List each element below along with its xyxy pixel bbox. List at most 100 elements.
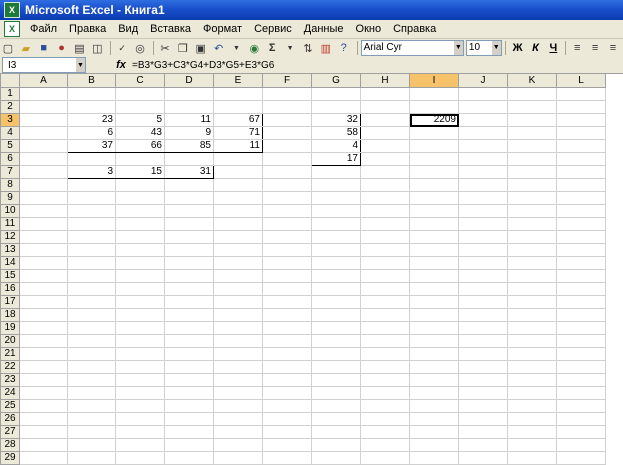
cell-H14[interactable] [360,256,410,270]
cell-C2[interactable] [115,100,165,114]
cell-E5[interactable]: 11 [213,139,263,153]
cell-I3[interactable]: 2209 [409,113,459,127]
cell-B21[interactable] [67,347,116,361]
cell-D20[interactable] [164,334,214,348]
cell-I14[interactable] [409,256,459,270]
cell-A1[interactable] [19,87,68,101]
row-header-24[interactable]: 24 [0,386,20,400]
cell-A16[interactable] [19,282,68,296]
row-header-2[interactable]: 2 [0,100,20,114]
cell-B14[interactable] [67,256,116,270]
cell-E7[interactable] [213,165,263,179]
cell-F24[interactable] [262,386,312,400]
column-header-L[interactable]: L [556,73,606,88]
cell-J21[interactable] [458,347,508,361]
menu-insert[interactable]: Вставка [144,23,197,35]
cell-K1[interactable] [507,87,557,101]
cell-C12[interactable] [115,230,165,244]
cell-E1[interactable] [213,87,263,101]
print-icon[interactable]: ▤ [72,40,88,56]
open-folder-icon[interactable]: ▰ [18,40,34,56]
cell-H25[interactable] [360,399,410,413]
cell-H20[interactable] [360,334,410,348]
cell-J10[interactable] [458,204,508,218]
cell-J17[interactable] [458,295,508,309]
cell-F21[interactable] [262,347,312,361]
cell-D24[interactable] [164,386,214,400]
cell-K3[interactable] [507,113,557,127]
align-right-icon[interactable]: ≡ [605,40,621,56]
row-header-5[interactable]: 5 [0,139,20,153]
column-header-J[interactable]: J [458,73,508,88]
row-header-21[interactable]: 21 [0,347,20,361]
new-document-icon[interactable]: ▢ [0,40,16,56]
cell-I27[interactable] [409,425,459,439]
cell-C14[interactable] [115,256,165,270]
cell-J19[interactable] [458,321,508,335]
cell-H13[interactable] [360,243,410,257]
cell-L13[interactable] [556,243,606,257]
cell-E4[interactable]: 71 [213,126,263,140]
cell-G14[interactable] [311,256,361,270]
cell-K11[interactable] [507,217,557,231]
row-header-29[interactable]: 29 [0,451,20,465]
cell-K20[interactable] [507,334,557,348]
cell-C8[interactable] [115,178,165,192]
cell-F3[interactable] [262,113,312,127]
cell-E8[interactable] [213,178,263,192]
cell-F6[interactable] [262,152,312,166]
cell-K6[interactable] [507,152,557,166]
cell-C17[interactable] [115,295,165,309]
cell-I12[interactable] [409,230,459,244]
cell-K15[interactable] [507,269,557,283]
cell-F2[interactable] [262,100,312,114]
cell-L27[interactable] [556,425,606,439]
cell-K28[interactable] [507,438,557,452]
cell-F10[interactable] [262,204,312,218]
cell-K25[interactable] [507,399,557,413]
cell-K18[interactable] [507,308,557,322]
column-header-I[interactable]: I [409,73,459,88]
cell-A6[interactable] [19,152,68,166]
cell-L20[interactable] [556,334,606,348]
cell-H12[interactable] [360,230,410,244]
cell-A9[interactable] [19,191,68,205]
name-box[interactable]: I3 ▼ [2,57,86,73]
cell-G24[interactable] [311,386,361,400]
hyperlink-icon[interactable]: ◉ [246,40,262,56]
row-header-12[interactable]: 12 [0,230,20,244]
cell-L19[interactable] [556,321,606,335]
align-left-icon[interactable]: ≡ [569,40,585,56]
chevron-down-icon[interactable]: ▼ [491,41,501,55]
cell-G11[interactable] [311,217,361,231]
cell-H10[interactable] [360,204,410,218]
cell-K26[interactable] [507,412,557,426]
cell-C28[interactable] [115,438,165,452]
underline-button[interactable]: Ч [544,42,562,54]
cell-F13[interactable] [262,243,312,257]
row-header-23[interactable]: 23 [0,373,20,387]
cell-H2[interactable] [360,100,410,114]
cell-F23[interactable] [262,373,312,387]
font-name-select[interactable]: Arial Cyr ▼ [360,40,464,56]
cell-K9[interactable] [507,191,557,205]
menu-help[interactable]: Справка [387,23,442,35]
cell-L16[interactable] [556,282,606,296]
cell-L6[interactable] [556,152,606,166]
cell-L25[interactable] [556,399,606,413]
font-size-select[interactable]: 10 ▼ [465,40,502,56]
cell-D19[interactable] [164,321,214,335]
cell-H7[interactable] [360,165,410,179]
row-header-9[interactable]: 9 [0,191,20,205]
cell-D29[interactable] [164,451,214,465]
cell-K4[interactable] [507,126,557,140]
cell-E10[interactable] [213,204,263,218]
cell-A5[interactable] [19,139,68,153]
cell-H9[interactable] [360,191,410,205]
cell-K7[interactable] [507,165,557,179]
cell-G20[interactable] [311,334,361,348]
cell-K16[interactable] [507,282,557,296]
cell-G6[interactable]: 17 [311,152,361,166]
cell-A7[interactable] [19,165,68,179]
cell-F14[interactable] [262,256,312,270]
